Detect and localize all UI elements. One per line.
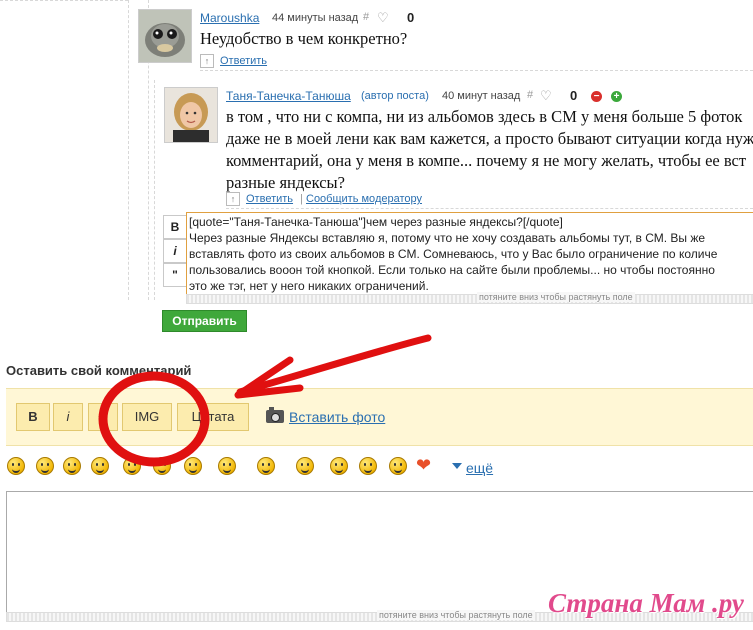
annotation-circle [98, 371, 210, 467]
annotation-arrow-shaft [236, 334, 432, 396]
annotation-overlay [98, 334, 432, 467]
